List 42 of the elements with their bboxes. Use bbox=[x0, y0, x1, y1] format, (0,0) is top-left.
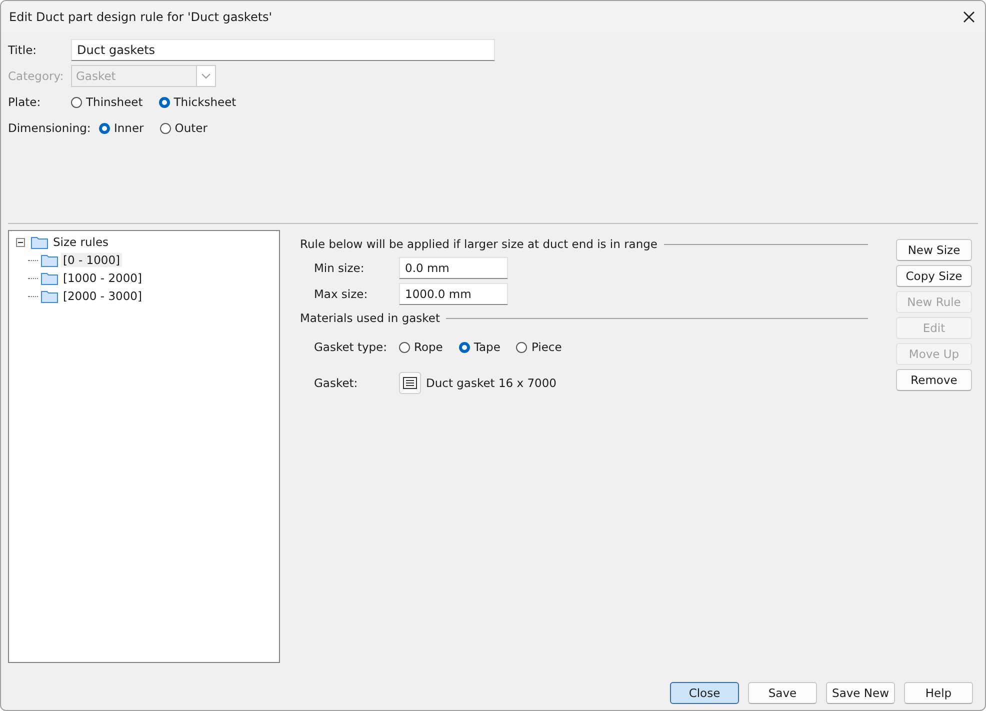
folder-icon bbox=[31, 236, 48, 248]
collapse-icon[interactable] bbox=[16, 238, 25, 246]
side-button[interactable]: Copy Size bbox=[896, 265, 972, 287]
tree-item[interactable]: [0 - 1000] bbox=[61, 253, 122, 267]
field-label: Category: bbox=[8, 69, 65, 83]
close-icon[interactable] bbox=[963, 10, 975, 22]
title-field[interactable]: Duct gaskets bbox=[71, 39, 495, 61]
radio-button[interactable]: Inner bbox=[99, 121, 144, 135]
window-title: Edit Duct part design rule for 'Duct gaskets' bbox=[9, 10, 272, 24]
footer-button[interactable]: Help bbox=[904, 682, 973, 704]
footer-button[interactable]: Save bbox=[748, 682, 817, 704]
section-heading: Rule below will be applied if larger size at duct end is in range bbox=[300, 237, 658, 251]
gasket-name: Duct gasket 16 x 7000 bbox=[426, 376, 556, 390]
section-heading: Materials used in gasket bbox=[300, 311, 440, 325]
tree-item[interactable]: [1000 - 2000] bbox=[61, 271, 144, 285]
field-label: Title: bbox=[8, 43, 38, 57]
field-label: Dimensioning: bbox=[8, 121, 92, 135]
min-size-field[interactable]: 0.0 mm bbox=[399, 257, 508, 279]
footer-button[interactable]: Close bbox=[670, 682, 739, 704]
browse-button[interactable] bbox=[399, 372, 421, 394]
side-button[interactable]: Remove bbox=[896, 369, 972, 391]
field-label: Min size: bbox=[314, 261, 366, 275]
field-label: Max size: bbox=[314, 287, 369, 301]
document-icon bbox=[403, 377, 417, 389]
field-label: Plate: bbox=[8, 95, 42, 109]
field-label: Gasket: bbox=[314, 376, 359, 390]
radio-button[interactable]: Piece bbox=[516, 340, 562, 354]
radio-button[interactable]: Rope bbox=[399, 340, 443, 354]
folder-icon bbox=[41, 290, 58, 302]
chevron-down-icon bbox=[201, 73, 211, 79]
footer-button[interactable]: Save New bbox=[826, 682, 895, 704]
radio-button[interactable]: Thicksheet bbox=[158, 95, 236, 109]
radio-button[interactable]: Outer bbox=[160, 121, 208, 135]
side-button[interactable]: New Size bbox=[896, 239, 972, 261]
tree-item[interactable]: Size rules bbox=[51, 235, 111, 249]
radio-button[interactable]: Tape bbox=[458, 340, 500, 354]
field-label: Gasket type: bbox=[314, 340, 388, 354]
max-size-field[interactable]: 1000.0 mm bbox=[399, 283, 508, 305]
radio-button[interactable]: Thinsheet bbox=[71, 95, 143, 109]
tree-item[interactable]: [2000 - 3000] bbox=[61, 289, 144, 303]
folder-icon bbox=[41, 272, 58, 284]
folder-icon bbox=[41, 254, 58, 266]
